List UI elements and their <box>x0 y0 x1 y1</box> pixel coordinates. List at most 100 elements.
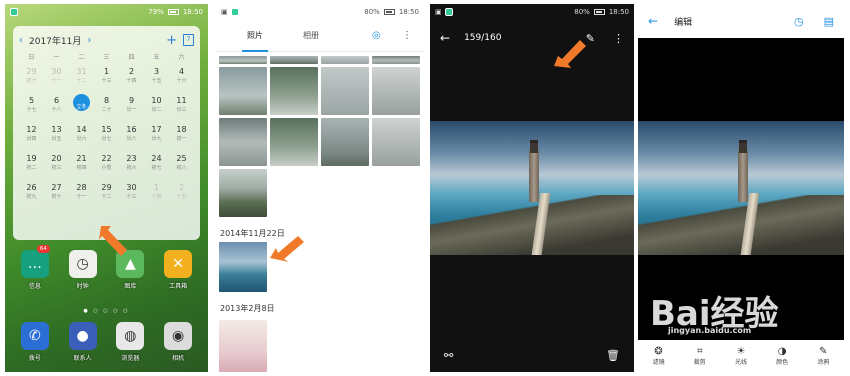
calendar-day[interactable]: 12 廿四 <box>19 122 44 151</box>
calendar-day[interactable]: 31 十二 <box>69 64 94 93</box>
photo-grid <box>219 56 421 217</box>
lunar-date: 十六 <box>176 78 187 84</box>
day-number: 13 <box>51 125 62 134</box>
lighthouse-photo[interactable] <box>430 121 634 255</box>
share-icon[interactable]: ⚯ <box>444 349 453 362</box>
calendar-day[interactable]: 28 十一 <box>69 180 94 209</box>
day-number: 27 <box>51 183 62 192</box>
weekday-label: 一 <box>53 54 60 61</box>
calendar-day[interactable]: 13 廿五 <box>44 122 69 151</box>
calendar-day[interactable]: 8 二十 <box>94 93 119 122</box>
tab-photos[interactable]: 照片 <box>228 20 282 52</box>
photo-thumbnail[interactable] <box>321 118 369 166</box>
calendar-day[interactable]: 20 初三 <box>44 151 69 180</box>
calendar-day[interactable]: 1 十四 <box>144 180 169 209</box>
calendar-day[interactable]: 10 廿二 <box>144 93 169 122</box>
delete-icon[interactable]: 🗑 <box>606 349 620 362</box>
day-number: 30 <box>51 67 62 76</box>
calendar-day[interactable]: 16 廿八 <box>119 122 144 151</box>
photo-thumbnail[interactable] <box>270 118 318 166</box>
photo-thumbnail[interactable] <box>372 118 420 166</box>
calendar-day[interactable]: 24 初七 <box>144 151 169 180</box>
photo-thumbnail[interactable] <box>219 169 267 217</box>
photo-thumbnail[interactable] <box>372 67 420 115</box>
app-message[interactable]: … 64 信息 <box>16 245 54 290</box>
calendar-day[interactable]: 25 初八 <box>169 151 194 180</box>
calendar-widget[interactable]: ‹ 2017年11月 › + 7 日一二三四五六 29 初十 30 十一 31 十二 1 十三 2… <box>13 26 200 240</box>
app-phone[interactable]: ✆ 拨号 <box>16 322 54 362</box>
app-label: 浏览器 <box>121 355 140 362</box>
tool-brush[interactable]: ✎ 涂鸦 <box>817 346 829 366</box>
day-number: 19 <box>26 154 37 163</box>
viewer-toolbar: ← 159/160 ✎ ⋮ <box>430 20 634 56</box>
calendar-day[interactable]: 15 廿七 <box>94 122 119 151</box>
calendar-day[interactable]: 29 十二 <box>94 180 119 209</box>
camera-icon[interactable]: ◎ <box>372 30 381 41</box>
editor-toolbar: ← 编辑 ◷ ▤ <box>638 4 844 38</box>
page-indicator: ● ○ ○ ○ ○ <box>83 308 130 314</box>
prev-month-button[interactable]: ‹ <box>19 35 23 46</box>
app-browser[interactable]: ◍ 浏览器 <box>111 322 149 362</box>
calendar-day[interactable]: 21 初四 <box>69 151 94 180</box>
app-clock[interactable]: ◷ 时钟 <box>64 250 102 290</box>
lighthouse-thumbnail[interactable] <box>219 242 267 292</box>
calendar-day[interactable]: 9 廿一 <box>119 93 144 122</box>
lunar-date: 十五 <box>151 78 162 84</box>
app-toolbox[interactable]: ✕ 工具箱 <box>159 250 197 290</box>
photo-thumbnail[interactable] <box>321 67 369 115</box>
photo-thumbnail[interactable] <box>270 67 318 115</box>
photo-viewer-screen: ▣ 80% 18:50 ← 159/160 ✎ ⋮ ⚯ 🗑 <box>430 4 634 372</box>
photo-thumbnail[interactable] <box>219 118 267 166</box>
photo-thumbnail[interactable] <box>321 56 369 64</box>
lunar-date: 初十 <box>51 194 62 200</box>
calendar-day[interactable]: 2 十五 <box>169 180 194 209</box>
calendar-day[interactable]: 4 十六 <box>169 64 194 93</box>
photo-thumbnail[interactable] <box>270 56 318 64</box>
day-number: 25 <box>176 154 187 163</box>
add-event-icon[interactable]: + <box>166 33 177 48</box>
tool-color[interactable]: ◑ 颜色 <box>776 346 788 366</box>
back-arrow-icon[interactable]: ← <box>440 31 450 45</box>
back-arrow-icon[interactable]: ← <box>648 14 658 28</box>
calendar-day[interactable]: 23 初六 <box>119 151 144 180</box>
calendar-day[interactable]: 14 廿六 <box>69 122 94 151</box>
calendar-day[interactable]: 26 初九 <box>19 180 44 209</box>
calendar-day[interactable]: 18 初一 <box>169 122 194 151</box>
tab-albums[interactable]: 相册 <box>284 20 338 52</box>
calendar-day[interactable]: 27 初十 <box>44 180 69 209</box>
calendar-day[interactable]: 29 初十 <box>19 64 44 93</box>
photo-thumbnail[interactable] <box>219 320 267 372</box>
more-menu-icon[interactable]: ⋮ <box>402 30 412 41</box>
day-number: 26 <box>26 183 37 192</box>
more-menu-icon[interactable]: ⋮ <box>613 32 624 45</box>
calendar-day[interactable]: 30 十三 <box>119 180 144 209</box>
calendar-day[interactable]: 3 十五 <box>144 64 169 93</box>
calendar-day[interactable]: 11 廿三 <box>169 93 194 122</box>
calendar-day[interactable]: 2 十四 <box>119 64 144 93</box>
calendar-day[interactable]: 5 十七 <box>19 93 44 122</box>
app-camera[interactable]: ◉ 相机 <box>159 322 197 362</box>
status-bar: ▣ 80% 18:50 <box>430 4 634 20</box>
calendar-day[interactable]: 6 十八 <box>44 93 69 122</box>
photo-thumbnail[interactable] <box>219 56 267 64</box>
tool-crop[interactable]: ⌗ 裁剪 <box>694 346 706 366</box>
calendar-day[interactable]: 19 初二 <box>19 151 44 180</box>
app-contacts[interactable]: ● 联系人 <box>64 322 102 362</box>
save-icon[interactable]: ▤ <box>824 15 834 28</box>
history-icon[interactable]: ◷ <box>794 15 804 28</box>
calendar-day[interactable]: 17 廿九 <box>144 122 169 151</box>
weekday-label: 五 <box>153 54 160 61</box>
tool-light[interactable]: ☀ 光线 <box>735 346 747 366</box>
day-number: 15 <box>101 125 112 134</box>
calendar-day[interactable]: 7 立冬 <box>69 93 94 122</box>
calendar-day[interactable]: 22 小雪 <box>94 151 119 180</box>
next-month-button[interactable]: › <box>87 35 91 46</box>
today-icon[interactable]: 7 <box>183 34 194 46</box>
photo-thumbnail[interactable] <box>219 67 267 115</box>
photo-thumbnail[interactable] <box>372 56 420 64</box>
tool-filter[interactable]: ❂ 滤镜 <box>653 346 665 366</box>
day-number: 16 <box>126 125 137 134</box>
lunar-date: 十八 <box>51 107 62 113</box>
calendar-day[interactable]: 30 十一 <box>44 64 69 93</box>
calendar-day[interactable]: 1 十三 <box>94 64 119 93</box>
